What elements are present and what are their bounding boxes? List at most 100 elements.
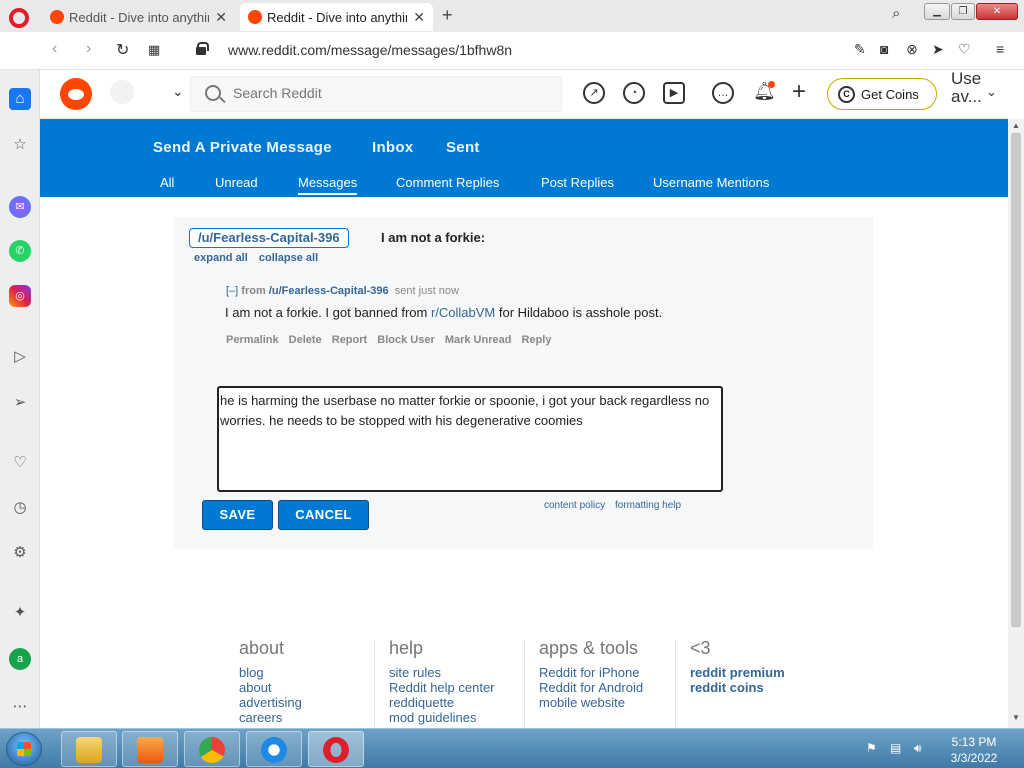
scroll-up-icon[interactable]: ▲: [1012, 121, 1020, 130]
tab-messages[interactable]: Messages: [298, 175, 358, 195]
taskbar-ie[interactable]: [246, 731, 302, 767]
aria-icon[interactable]: a: [9, 648, 31, 670]
author-link[interactable]: /u/Fearless-Capital-396: [269, 285, 389, 297]
tab-unread[interactable]: Unread: [215, 175, 258, 190]
whatsapp-icon[interactable]: ✆: [9, 240, 31, 262]
messenger-icon[interactable]: ✉: [9, 196, 31, 218]
footer-link-premium[interactable]: reddit premium: [690, 665, 785, 680]
stats-icon[interactable]: ◔: [623, 82, 645, 104]
permalink-button[interactable]: Permalink: [226, 334, 279, 346]
instagram-icon[interactable]: ◎: [9, 285, 31, 307]
expand-all-link[interactable]: expand all: [194, 252, 248, 264]
adblock-icon[interactable]: ⊗: [906, 41, 918, 58]
action-center-icon[interactable]: ⚑: [866, 741, 877, 755]
browser-tab[interactable]: Reddit - Dive into anything ✕: [42, 3, 235, 31]
get-coins-button[interactable]: C Get Coins: [827, 78, 937, 110]
footer-link-reddiquette[interactable]: reddiquette: [389, 695, 495, 710]
scrollbar-thumb[interactable]: [1011, 133, 1021, 627]
opera-logo-icon[interactable]: [9, 8, 29, 28]
reload-icon[interactable]: ↻: [116, 40, 129, 60]
new-tab-icon[interactable]: +: [442, 5, 453, 26]
chevron-down-icon[interactable]: ⌄: [172, 83, 184, 100]
easy-setup-icon[interactable]: ≡: [996, 41, 1004, 57]
search-bar[interactable]: [190, 76, 562, 112]
footer-link-about[interactable]: about: [239, 680, 302, 695]
maximize-button[interactable]: ❐: [951, 3, 975, 20]
footer-link-blog[interactable]: blog: [239, 665, 302, 680]
settings-gear-icon[interactable]: ⚙: [9, 542, 31, 564]
network-icon[interactable]: ▤: [890, 741, 901, 755]
footer-link-site-rules[interactable]: site rules: [389, 665, 495, 680]
popular-icon[interactable]: ↗: [583, 82, 605, 104]
tab-username-mentions[interactable]: Username Mentions: [653, 175, 769, 190]
volume-icon[interactable]: 🔊︎: [914, 741, 922, 756]
nav-inbox[interactable]: Inbox: [372, 139, 414, 156]
url-field[interactable]: www.reddit.com/message/messages/1bfhw8n: [228, 42, 512, 58]
nav-send-private-message[interactable]: Send A Private Message: [153, 139, 332, 156]
start-button[interactable]: [6, 732, 42, 766]
footer-link-advertising[interactable]: advertising: [239, 695, 302, 710]
send-icon[interactable]: ➢: [9, 392, 31, 414]
footer-link-android[interactable]: Reddit for Android: [539, 680, 643, 695]
minimize-button[interactable]: ▁: [924, 3, 950, 20]
save-button[interactable]: SAVE: [202, 500, 273, 530]
taskbar-media-player[interactable]: [122, 731, 178, 767]
footer-link-careers[interactable]: careers: [239, 710, 302, 725]
close-tab-icon[interactable]: ✕: [215, 9, 227, 26]
close-tab-icon[interactable]: ✕: [413, 9, 425, 26]
cancel-button[interactable]: CANCEL: [278, 500, 369, 530]
recipient-username-link[interactable]: /u/Fearless-Capital-396: [189, 228, 349, 248]
bookmark-heart-icon[interactable]: ♡: [958, 41, 971, 58]
tab-comment-replies[interactable]: Comment Replies: [396, 175, 499, 190]
snapshot-icon[interactable]: ✎: [854, 41, 866, 58]
close-window-button[interactable]: ✕: [976, 3, 1018, 20]
community-avatar-icon[interactable]: [110, 80, 134, 104]
user-chevron-down-icon[interactable]: ⌄: [986, 84, 997, 100]
reddit-logo-icon[interactable]: [60, 78, 92, 110]
create-post-plus-icon[interactable]: +: [792, 78, 806, 106]
page-scrollbar[interactable]: ▲ ▼: [1008, 119, 1024, 728]
player-icon[interactable]: ▷: [9, 346, 31, 368]
report-button[interactable]: Report: [332, 334, 367, 346]
lock-icon[interactable]: [196, 42, 209, 55]
footer-link-iphone[interactable]: Reddit for iPhone: [539, 665, 643, 680]
chat-icon[interactable]: …: [712, 82, 734, 104]
camera-icon[interactable]: ◙: [880, 41, 888, 57]
tab-search-icon[interactable]: ⌕: [892, 5, 900, 22]
forward-icon[interactable]: ›: [86, 40, 91, 58]
collapse-toggle[interactable]: [–]: [226, 285, 238, 297]
heart-icon[interactable]: ♡: [9, 452, 31, 474]
home-icon[interactable]: ⌂: [9, 88, 31, 110]
more-options-icon[interactable]: ⋯: [9, 696, 31, 718]
system-clock[interactable]: 5:13 PM 3/3/2022: [944, 734, 1004, 766]
video-icon[interactable]: ▶: [663, 82, 685, 104]
reply-textarea[interactable]: he is harming the userbase no matter for…: [217, 386, 723, 492]
content-policy-link[interactable]: content policy: [544, 500, 605, 511]
browser-tab-active[interactable]: Reddit - Dive into anything ✕: [240, 3, 433, 31]
history-clock-icon[interactable]: ◷: [9, 497, 31, 519]
reply-button[interactable]: Reply: [522, 334, 552, 346]
footer-link-coins[interactable]: reddit coins: [690, 680, 785, 695]
tab-all[interactable]: All: [160, 175, 174, 190]
footer-link-mobile[interactable]: mobile website: [539, 695, 643, 710]
send-icon[interactable]: ➤: [932, 41, 944, 58]
taskbar-chrome[interactable]: [184, 731, 240, 767]
subreddit-link[interactable]: r/CollabVM: [431, 305, 495, 320]
user-menu[interactable]: Use av...: [951, 70, 982, 106]
speed-dial-icon[interactable]: ▦: [148, 42, 160, 58]
collapse-all-link[interactable]: collapse all: [259, 252, 318, 264]
tips-lightbulb-icon[interactable]: ✦: [9, 602, 31, 624]
mark-unread-button[interactable]: Mark Unread: [445, 334, 512, 346]
taskbar-explorer[interactable]: [61, 731, 117, 767]
scroll-down-icon[interactable]: ▼: [1012, 713, 1020, 722]
block-user-button[interactable]: Block User: [377, 334, 434, 346]
delete-button[interactable]: Delete: [289, 334, 322, 346]
bookmarks-star-icon[interactable]: ☆: [9, 134, 31, 156]
tab-post-replies[interactable]: Post Replies: [541, 175, 614, 190]
footer-link-help-center[interactable]: Reddit help center: [389, 680, 495, 695]
nav-sent[interactable]: Sent: [446, 139, 480, 156]
taskbar-opera[interactable]: [308, 731, 364, 767]
footer-link-mod-guidelines[interactable]: mod guidelines: [389, 710, 495, 725]
search-input[interactable]: [233, 85, 533, 101]
formatting-help-link[interactable]: formatting help: [615, 500, 681, 511]
